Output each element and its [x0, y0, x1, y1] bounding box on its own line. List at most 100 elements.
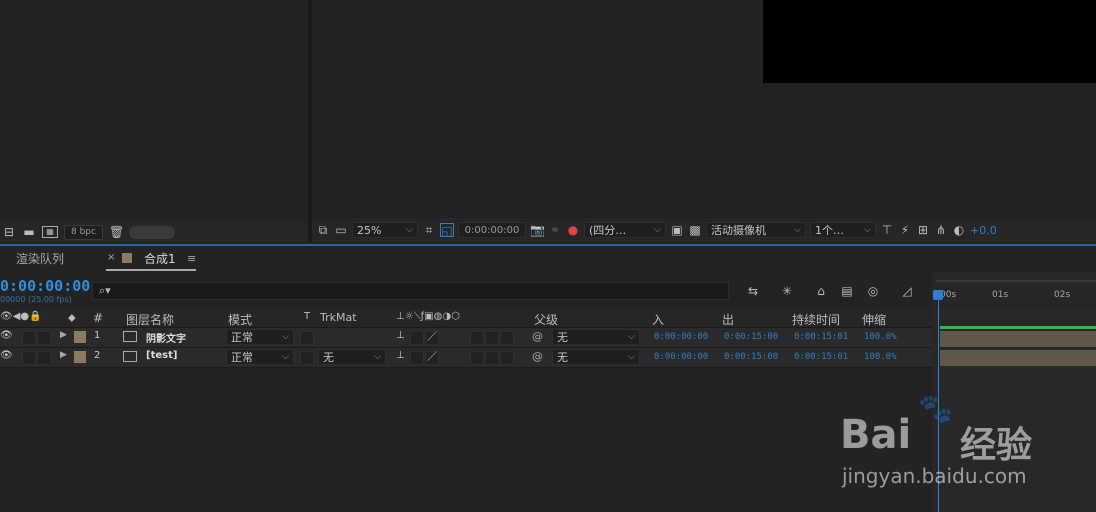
shy-switch-icon[interactable]: ⊥	[396, 330, 405, 341]
solo-switch[interactable]	[22, 331, 36, 345]
search-icon: ⌕▾	[99, 284, 111, 297]
monitor-icon[interactable]: ▭	[334, 223, 348, 237]
col-mode[interactable]: 模式	[228, 311, 252, 328]
expand-arrow-icon[interactable]: ▶	[60, 330, 67, 340]
preserve-transparency-switch[interactable]	[300, 331, 314, 345]
chevron-down-icon: ⌵	[282, 332, 289, 342]
fast-preview-icon[interactable]: ⚡	[898, 223, 912, 237]
tab-render-queue[interactable]: 渲染队列	[16, 250, 64, 267]
motion-blur-icon[interactable]: ◎	[866, 284, 880, 298]
duration-value[interactable]: 0:00:15:01	[794, 352, 848, 362]
in-point[interactable]: 0:00:00:00	[654, 352, 708, 362]
layer-name[interactable]: 阴影文字	[146, 330, 186, 345]
col-trkmat[interactable]: TrkMat	[320, 311, 357, 324]
collapse-switch[interactable]	[410, 351, 424, 365]
exposure-value[interactable]: +0.0	[970, 224, 997, 237]
frame-blend-switch[interactable]	[470, 351, 484, 365]
out-point[interactable]: 0:00:15:00	[724, 332, 778, 342]
zoom-dropdown[interactable]: 25% ⌵	[352, 222, 418, 238]
col-out[interactable]: 出	[722, 311, 734, 328]
layer-name[interactable]: [test]	[146, 350, 177, 361]
motion-blur-switch[interactable]	[485, 331, 499, 345]
snapshot-camera-icon[interactable]: 📷	[530, 223, 545, 237]
views-dropdown[interactable]: 1个… ⌵	[810, 222, 876, 238]
quality-switch-icon[interactable]: ／	[425, 351, 439, 365]
duration-value[interactable]: 0:00:15:01	[794, 332, 848, 342]
viewer-timecode[interactable]: 0:00:00:00	[458, 222, 526, 238]
in-point[interactable]: 0:00:00:00	[654, 332, 708, 342]
pick-whip-icon[interactable]: @	[532, 330, 543, 343]
table-row[interactable]: 👁 ▶ 2 [test] 正常 ⌵ 无 ⌵ ⊥ ／ @ 无 ⌵ 0:00:00:00 …	[0, 348, 932, 368]
layer-duration-bar[interactable]	[940, 350, 1096, 366]
label-color[interactable]	[74, 331, 86, 343]
col-num[interactable]: #	[93, 311, 103, 325]
col-duration[interactable]: 持续时间	[792, 311, 840, 328]
thumbnail-slider[interactable]	[128, 225, 175, 239]
transparency-grid-icon[interactable]: ▩	[688, 223, 702, 237]
col-t[interactable]: T	[304, 311, 310, 322]
trkmat-dropdown[interactable]: 无 ⌵	[318, 349, 386, 365]
folder-icon[interactable]: ▬	[22, 225, 36, 239]
parent-dropdown[interactable]: 无 ⌵	[552, 329, 640, 345]
close-icon[interactable]: ×	[107, 252, 115, 263]
eye-icon[interactable]: 👁	[0, 330, 13, 341]
lock-switch[interactable]	[37, 331, 51, 345]
col-layer-name[interactable]: 图层名称	[126, 311, 174, 328]
project-footer: ⊟ ▬ ▦ 8 bpc 🗑	[0, 222, 308, 242]
layer-search-input[interactable]: ⌕▾	[92, 282, 729, 300]
timeline-icon[interactable]: ⊞	[916, 223, 930, 237]
table-row[interactable]: 👁 ▶ 1 阴影文字 正常 ⌵ ⊥ ／ @ 无 ⌵ 0:00:00:00 0:00:…	[0, 328, 932, 348]
3d-layer-switch[interactable]	[500, 351, 514, 365]
current-time-display[interactable]: 0:00:00:00	[0, 277, 90, 295]
frame-blend-switch[interactable]	[470, 331, 484, 345]
composition-icon[interactable]: ▦	[42, 226, 58, 238]
composition-navigator-icon[interactable]: ⇆	[746, 284, 760, 298]
mask-visibility-icon[interactable]: ◱	[440, 223, 454, 238]
3d-layer-switch[interactable]	[500, 331, 514, 345]
shy-switch-icon[interactable]: ⊥	[396, 350, 405, 361]
camera-dropdown[interactable]: 活动摄像机 ⌵	[706, 222, 806, 238]
playhead-handle[interactable]	[933, 290, 943, 300]
composition-canvas[interactable]	[763, 0, 1096, 83]
solo-switch[interactable]	[22, 351, 36, 365]
time-ruler[interactable]: 00s 01s 02s	[936, 282, 1096, 308]
lock-switch[interactable]	[37, 351, 51, 365]
eye-icon[interactable]: 👁	[0, 350, 13, 361]
stretch-value[interactable]: 100.0%	[864, 352, 897, 362]
motion-blur-switch[interactable]	[485, 351, 499, 365]
layer-duration-bar[interactable]	[940, 331, 1096, 347]
tab-comp1[interactable]: 合成1	[144, 250, 176, 267]
stretch-value[interactable]: 100.0%	[864, 332, 897, 342]
graph-editor-icon[interactable]: ◿	[900, 284, 914, 298]
draft-3d-icon[interactable]: ✳	[780, 284, 794, 298]
out-point[interactable]: 0:00:15:00	[724, 352, 778, 362]
label-color[interactable]	[74, 351, 86, 363]
expand-arrow-icon[interactable]: ▶	[60, 350, 67, 360]
flowchart-icon[interactable]: ⊟	[2, 225, 16, 239]
reset-exposure-icon[interactable]: ◐	[952, 223, 966, 237]
toggle-pixel-aspect-icon[interactable]: ⊤	[880, 223, 894, 237]
mode-dropdown[interactable]: 正常 ⌵	[226, 349, 294, 365]
mode-dropdown[interactable]: 正常 ⌵	[226, 329, 294, 345]
grid-guides-icon[interactable]: ⌗	[422, 223, 436, 237]
col-in[interactable]: 入	[652, 311, 664, 328]
bit-depth-button[interactable]: 8 bpc	[64, 224, 103, 240]
trkmat-value: 无	[323, 351, 334, 364]
show-snapshot-icon[interactable]: ⚭	[548, 223, 562, 237]
col-parent[interactable]: 父级	[534, 311, 558, 328]
trash-icon[interactable]: 🗑	[109, 225, 124, 239]
frame-blending-icon[interactable]: ▤	[840, 284, 854, 298]
channel-icon[interactable]: ●	[566, 223, 580, 237]
panel-menu-icon[interactable]: ≡	[187, 252, 196, 265]
pick-whip-icon[interactable]: @	[532, 350, 543, 363]
collapse-switch[interactable]	[410, 331, 424, 345]
hide-shy-layers-icon[interactable]: ⌂	[814, 284, 828, 298]
always-preview-icon[interactable]: ⧉	[316, 223, 330, 237]
quality-switch-icon[interactable]: ／	[425, 331, 439, 345]
col-stretch[interactable]: 伸缩	[862, 311, 886, 328]
resolution-dropdown[interactable]: (四分… ⌵	[584, 222, 666, 238]
flowchart-icon[interactable]: ⋔	[934, 223, 948, 237]
region-of-interest-icon[interactable]: ▣	[670, 223, 684, 237]
preserve-transparency-switch[interactable]	[300, 351, 314, 365]
parent-dropdown[interactable]: 无 ⌵	[552, 349, 640, 365]
